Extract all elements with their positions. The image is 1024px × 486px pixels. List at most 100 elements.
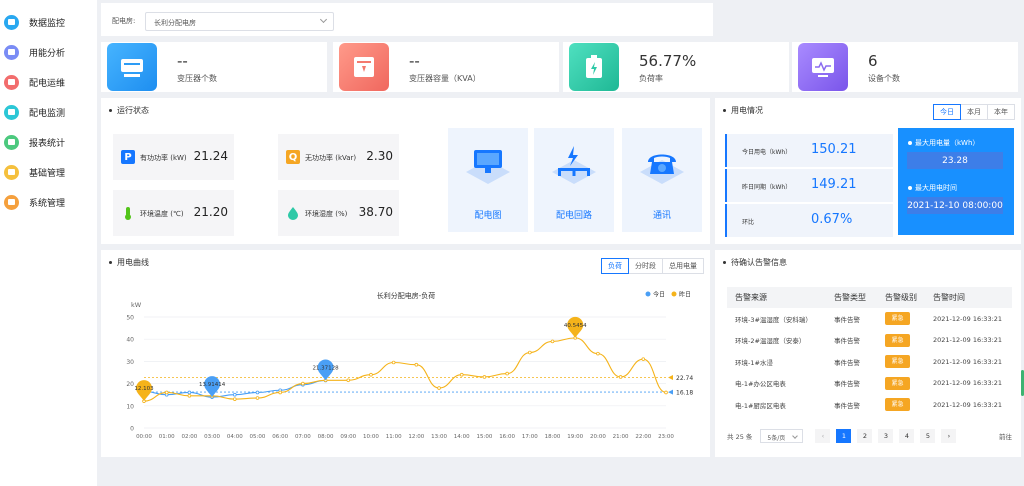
- sidebar-item-label: 报表统计: [29, 138, 66, 149]
- pagination: 共 25 条 5条/页 ‹ 1 2 3 4 5 › 前往: [727, 428, 1012, 444]
- prev-page-button[interactable]: ‹: [815, 429, 831, 443]
- x-tick-label: 02:00: [181, 434, 197, 440]
- data-point: [459, 372, 464, 377]
- tab-year[interactable]: 本年: [987, 104, 1015, 120]
- data-point: [437, 386, 441, 390]
- stat-value: 150.21: [811, 142, 857, 157]
- button-label: 通讯: [652, 211, 671, 221]
- chart-title: 长利分配电房-负荷: [377, 291, 436, 300]
- next-page-button[interactable]: ›: [941, 429, 957, 443]
- page-button[interactable]: 1: [836, 429, 852, 443]
- x-tick-label: 10:00: [363, 434, 379, 440]
- series-line: [143, 337, 667, 402]
- alarm-level-badge: 紧急: [885, 376, 910, 390]
- kpi-value: --: [409, 52, 420, 70]
- sidebar-item-monitoring[interactable]: 配电监测: [4, 101, 65, 123]
- alarm-type: 事件告警: [834, 315, 860, 324]
- metric-reactive-power: Q 无功功率 (kVar) 2.30: [278, 134, 399, 180]
- distribution-diagram-button[interactable]: 配电图: [448, 128, 528, 232]
- x-tick-label: 18:00: [545, 434, 561, 440]
- sidebar-item-operation[interactable]: 配电运维: [4, 71, 65, 93]
- x-tick-label: 23:00: [658, 434, 674, 440]
- x-tick-label: 06:00: [272, 434, 288, 440]
- sidebar-item-reports[interactable]: 报表统计: [4, 131, 65, 153]
- distribution-circuit-button[interactable]: 配电回路: [534, 128, 614, 232]
- filter-bar: 配电房: 长利分配电房: [101, 3, 713, 36]
- x-tick-label: 22:00: [635, 434, 651, 440]
- usage-panel: 用电情况 今日 本月 本年 今日用电（kWh） 150.21 昨日同期（kWh）…: [715, 98, 1021, 244]
- screen-icon: [4, 104, 19, 120]
- metric-value: 2.30: [366, 149, 393, 163]
- thermometer-icon: [121, 206, 135, 220]
- table-row[interactable]: 环境-1#水浸 事件告警 紧急 2021-12-09 16:33:21: [727, 351, 1012, 373]
- x-tick-label: 07:00: [295, 434, 311, 440]
- marker-value-label: 21.37128: [312, 365, 339, 371]
- reference-arrow: [668, 389, 673, 395]
- alarm-type: 事件告警: [834, 401, 860, 410]
- alarm-level-badge: 紧急: [885, 355, 910, 369]
- yesterday-usage-row: 昨日同期（kWh） 149.21: [725, 169, 893, 202]
- data-point: [618, 375, 623, 379]
- room-select-value: 长利分配电房: [154, 19, 196, 27]
- button-label: 配电图: [474, 211, 502, 221]
- table-row[interactable]: 电-1#办公区电表 事件告警 紧急 2021-12-09 16:33:21: [727, 373, 1012, 395]
- data-point: [664, 390, 668, 395]
- data-point: [528, 350, 532, 355]
- table-row[interactable]: 环境-2#温湿度（安泰） 事件告警 紧急 2021-12-09 16:33:21: [727, 330, 1012, 352]
- metric-value: 21.20: [193, 205, 228, 219]
- monitor-icon: [798, 43, 848, 91]
- page-button[interactable]: 5: [920, 429, 936, 443]
- kpi-label: 变压器个数: [177, 74, 217, 83]
- data-point: [550, 339, 555, 344]
- ratio-row: 环比 0.67%: [725, 204, 893, 237]
- metric-temperature: 环境温度 (℃) 21.20: [113, 190, 234, 236]
- sidebar-item-label: 配电运维: [29, 78, 66, 89]
- legend-label: 今日: [653, 291, 665, 299]
- data-point: [641, 357, 646, 361]
- alarm-panel: 待确认告警信息 告警来源 告警类型 告警级别 告警时间 环境-3#温湿度（安科瑞…: [715, 250, 1021, 457]
- max-usage-label: 最大用电量（kWh）: [908, 138, 979, 148]
- page-button[interactable]: 2: [857, 429, 873, 443]
- reactive-power-icon: Q: [286, 150, 300, 164]
- page-button[interactable]: 4: [899, 429, 915, 443]
- panel-title: 待确认告警信息: [723, 257, 787, 268]
- data-point: [187, 394, 192, 398]
- alarm-type: 事件告警: [834, 337, 860, 346]
- sidebar-item-energy-analysis[interactable]: 用能分析: [4, 41, 65, 63]
- usage-tabs: 今日 本月 本年: [933, 104, 1015, 120]
- metric-label: 有功功率 (kW): [140, 154, 187, 162]
- tab-load[interactable]: 负荷: [601, 258, 629, 274]
- metric-active-power: P 有功功率 (kW) 21.24: [113, 134, 234, 180]
- data-point: [232, 397, 237, 401]
- communication-button[interactable]: 通讯: [622, 128, 702, 232]
- page-size-select[interactable]: 5条/页: [760, 429, 804, 443]
- stat-label: 昨日同期（kWh）: [742, 184, 792, 191]
- stat-label: 今日用电（kWh）: [742, 149, 792, 156]
- tab-today[interactable]: 今日: [933, 104, 961, 120]
- room-select[interactable]: 长利分配电房: [145, 12, 334, 31]
- jump-to-page[interactable]: 前往: [999, 431, 1012, 441]
- kpi-value: 56.77%: [639, 52, 697, 70]
- server-icon: [107, 43, 157, 91]
- sidebar-item-data-monitor[interactable]: 数据监控: [4, 11, 65, 33]
- alarm-time: 2021-12-09 16:33:21: [933, 357, 1003, 366]
- sidebar-item-basic-management[interactable]: 基础管理: [4, 161, 65, 183]
- tab-month[interactable]: 本月: [960, 104, 988, 120]
- sidebar-item-system-management[interactable]: 系统管理: [4, 191, 65, 213]
- table-row[interactable]: 电-1#厨房区电表 事件告警 紧急 2021-12-09 16:33:21: [727, 394, 1012, 416]
- x-tick-label: 00:00: [136, 434, 152, 440]
- main-content: 配电房: 长利分配电房 -- 变压器个数 -- 变压器容量（KVA） 56.77…: [101, 0, 1024, 486]
- x-tick-label: 04:00: [227, 434, 243, 440]
- data-point: [482, 375, 487, 379]
- table-header: 告警来源 告警类型 告警级别 告警时间: [727, 287, 1012, 308]
- metric-humidity: 环境湿度 (%) 38.70: [278, 190, 399, 236]
- kpi-card-transformer-count: -- 变压器个数: [101, 42, 327, 92]
- x-tick-label: 01:00: [159, 434, 175, 440]
- transformer-icon: [339, 43, 389, 91]
- data-point: [596, 351, 600, 356]
- x-tick-label: 12:00: [408, 434, 424, 440]
- page-button[interactable]: 3: [878, 429, 894, 443]
- x-tick-label: 17:00: [522, 434, 538, 440]
- battery-icon: [569, 43, 619, 91]
- table-row[interactable]: 环境-3#温湿度（安科瑞） 事件告警 紧急 2021-12-09 16:33:2…: [727, 308, 1012, 330]
